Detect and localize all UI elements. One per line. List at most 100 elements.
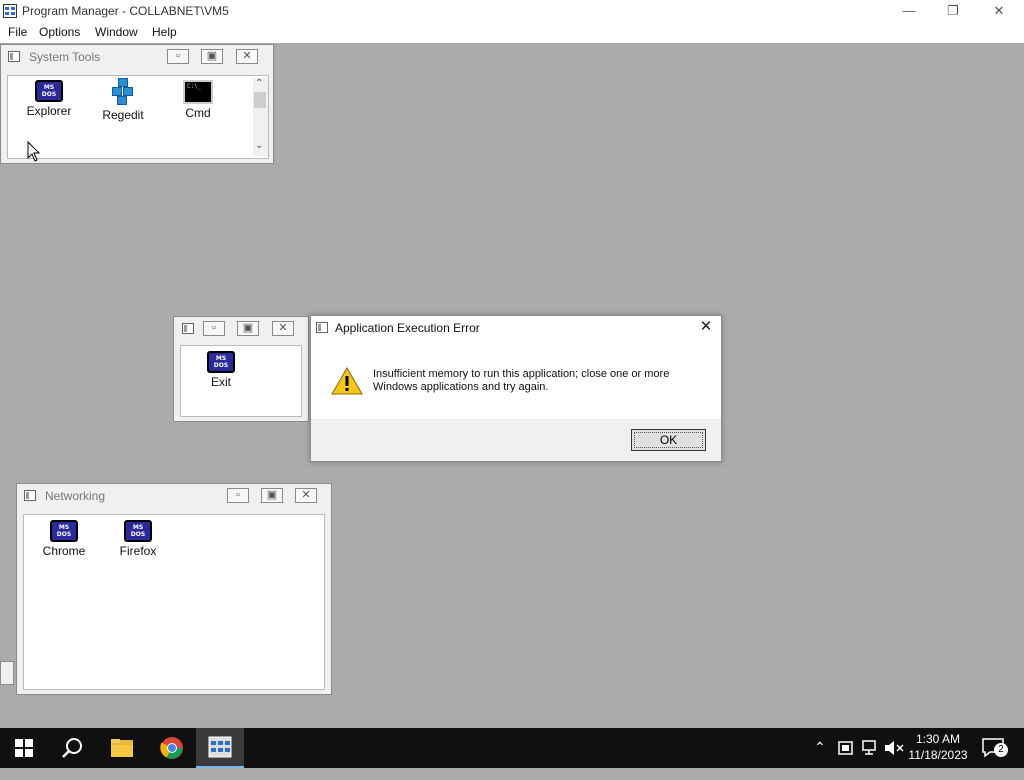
menu-window[interactable]: Window <box>95 25 138 39</box>
cmd-icon: C:\_ <box>183 80 213 104</box>
msdos-icon: MS DOS <box>35 80 63 102</box>
clock[interactable]: 1:30 AM 11/18/2023 <box>905 731 971 763</box>
item-label: Regedit <box>102 108 144 122</box>
network-tray-button[interactable] <box>862 740 880 780</box>
program-item-explorer[interactable]: MS DOS Explorer <box>14 80 84 118</box>
volume-tray-button[interactable] <box>884 740 904 780</box>
msdos-icon: MS DOS <box>124 520 152 542</box>
scroll-thumb[interactable] <box>254 92 266 108</box>
notification-center-button[interactable]: 2 <box>982 738 1008 778</box>
group-window-exit[interactable]: ▫ ▣ ✕ MS DOS Exit <box>173 316 309 422</box>
system-menu-icon[interactable] <box>182 323 194 334</box>
menu-help[interactable]: Help <box>152 25 177 39</box>
warning-icon <box>331 367 363 395</box>
group-title-bar[interactable]: ▫ ▣ ✕ <box>174 317 308 341</box>
maximize-icon: ▣ <box>266 489 278 501</box>
program-item-firefox[interactable]: MS DOS Firefox <box>103 520 173 558</box>
ok-button[interactable]: OK <box>631 429 706 451</box>
minimize-button[interactable]: — <box>886 0 932 22</box>
show-hidden-icons-button[interactable]: ⌃ <box>814 739 832 779</box>
start-icon <box>15 739 33 757</box>
network-icon <box>862 740 876 755</box>
dialog-title-bar[interactable]: Application Execution Error ✕ <box>311 316 721 340</box>
close-icon: ✕ <box>242 50 252 62</box>
menu-options[interactable]: Options <box>39 25 80 39</box>
item-label: Exit <box>210 375 231 389</box>
close-button[interactable]: ✕ <box>976 0 1022 22</box>
group-window-networking[interactable]: Networking ▫ ▣ ✕ MS DOS Chrome MS DOS Fire… <box>16 483 332 695</box>
dialog-close-button[interactable]: ✕ <box>697 318 715 336</box>
minimized-group-icon[interactable] <box>0 661 14 685</box>
restore-icon: ❐ <box>947 3 959 18</box>
group-window-system-tools[interactable]: System Tools ▫ ▣ ✕ MS DOS Explorer Regedi… <box>0 44 274 164</box>
search-button[interactable] <box>48 728 96 768</box>
group-maximize-button[interactable]: ▣ <box>237 321 259 336</box>
main-title-bar: Program Manager - COLLABNET\VM5 — ❐ ✕ <box>0 0 1024 22</box>
minimize-icon: ▫ <box>176 50 180 62</box>
group-body: MS DOS Exit <box>180 345 302 417</box>
group-close-button[interactable]: ✕ <box>236 49 258 64</box>
chevron-up-icon: ⌃ <box>814 739 826 755</box>
search-icon <box>62 738 82 758</box>
menu-file[interactable]: File <box>8 25 27 39</box>
group-title-bar[interactable]: System Tools ▫ ▣ ✕ <box>1 45 273 69</box>
group-close-button[interactable]: ✕ <box>295 488 317 503</box>
message-line-1: Insufficient memory to run this applicat… <box>373 368 670 380</box>
group-body: MS DOS Chrome MS DOS Firefox <box>23 514 325 690</box>
group-minimize-button[interactable]: ▫ <box>203 321 225 336</box>
group-maximize-button[interactable]: ▣ <box>201 49 223 64</box>
dialog-title: Application Execution Error <box>335 321 480 335</box>
chrome-icon <box>160 737 183 759</box>
file-explorer-icon <box>111 739 133 757</box>
chrome-button[interactable] <box>148 728 196 768</box>
vertical-scrollbar[interactable]: ⌃ ⌄ <box>253 78 268 156</box>
file-explorer-button[interactable] <box>98 728 146 768</box>
volume-muted-icon <box>885 741 904 755</box>
menu-bar: File Options Window Help <box>0 22 1024 44</box>
minimize-icon: ▫ <box>236 489 240 501</box>
system-menu-icon[interactable] <box>8 51 20 62</box>
close-icon: ✕ <box>278 322 288 334</box>
taskbar: ⌃ 1:30 AM 11/18/2023 2 <box>0 728 1024 768</box>
maximize-icon: ▣ <box>242 322 254 334</box>
group-title: System Tools <box>29 50 101 64</box>
clock-date: 11/18/2023 <box>908 748 968 762</box>
restore-button[interactable]: ❐ <box>930 0 976 22</box>
close-icon: ✕ <box>699 318 713 335</box>
program-item-exit[interactable]: MS DOS Exit <box>186 351 256 389</box>
regedit-icon <box>108 78 138 106</box>
program-item-chrome[interactable]: MS DOS Chrome <box>29 520 99 558</box>
dialog-message: Insufficient memory to run this applicat… <box>373 368 703 394</box>
program-manager-icon <box>3 4 17 18</box>
dialog-app-icon <box>316 322 328 333</box>
scroll-down-icon[interactable]: ⌄ <box>255 140 263 151</box>
close-icon: ✕ <box>301 489 311 501</box>
minimize-icon: ▫ <box>212 322 216 334</box>
program-item-cmd[interactable]: C:\_ Cmd <box>163 80 233 120</box>
safely-remove-icon <box>838 741 853 755</box>
tray-app-icon[interactable] <box>838 740 854 780</box>
group-maximize-button[interactable]: ▣ <box>261 488 283 503</box>
minimize-icon: — <box>902 3 916 18</box>
window-title: Program Manager - COLLABNET\VM5 <box>22 4 229 18</box>
system-menu-icon[interactable] <box>24 490 36 501</box>
group-minimize-button[interactable]: ▫ <box>227 488 249 503</box>
clock-time: 1:30 AM <box>915 732 961 746</box>
start-button[interactable] <box>0 728 48 768</box>
item-label: Chrome <box>42 544 86 558</box>
close-icon: ✕ <box>993 3 1005 18</box>
group-title-bar[interactable]: Networking ▫ ▣ ✕ <box>17 484 331 508</box>
scroll-up-icon[interactable]: ⌃ <box>255 78 263 89</box>
msdos-icon: MS DOS <box>207 351 235 373</box>
notification-count-badge: 2 <box>994 743 1008 757</box>
program-manager-taskbar-button[interactable] <box>196 728 244 768</box>
program-item-regedit[interactable]: Regedit <box>88 78 158 122</box>
program-manager-icon <box>208 736 232 758</box>
item-label: Firefox <box>119 544 157 558</box>
group-close-button[interactable]: ✕ <box>272 321 294 336</box>
group-minimize-button[interactable]: ▫ <box>167 49 189 64</box>
group-title: Networking <box>45 489 106 503</box>
mouse-cursor-icon <box>27 141 41 162</box>
item-label: Explorer <box>26 104 72 118</box>
maximize-icon: ▣ <box>206 50 218 62</box>
